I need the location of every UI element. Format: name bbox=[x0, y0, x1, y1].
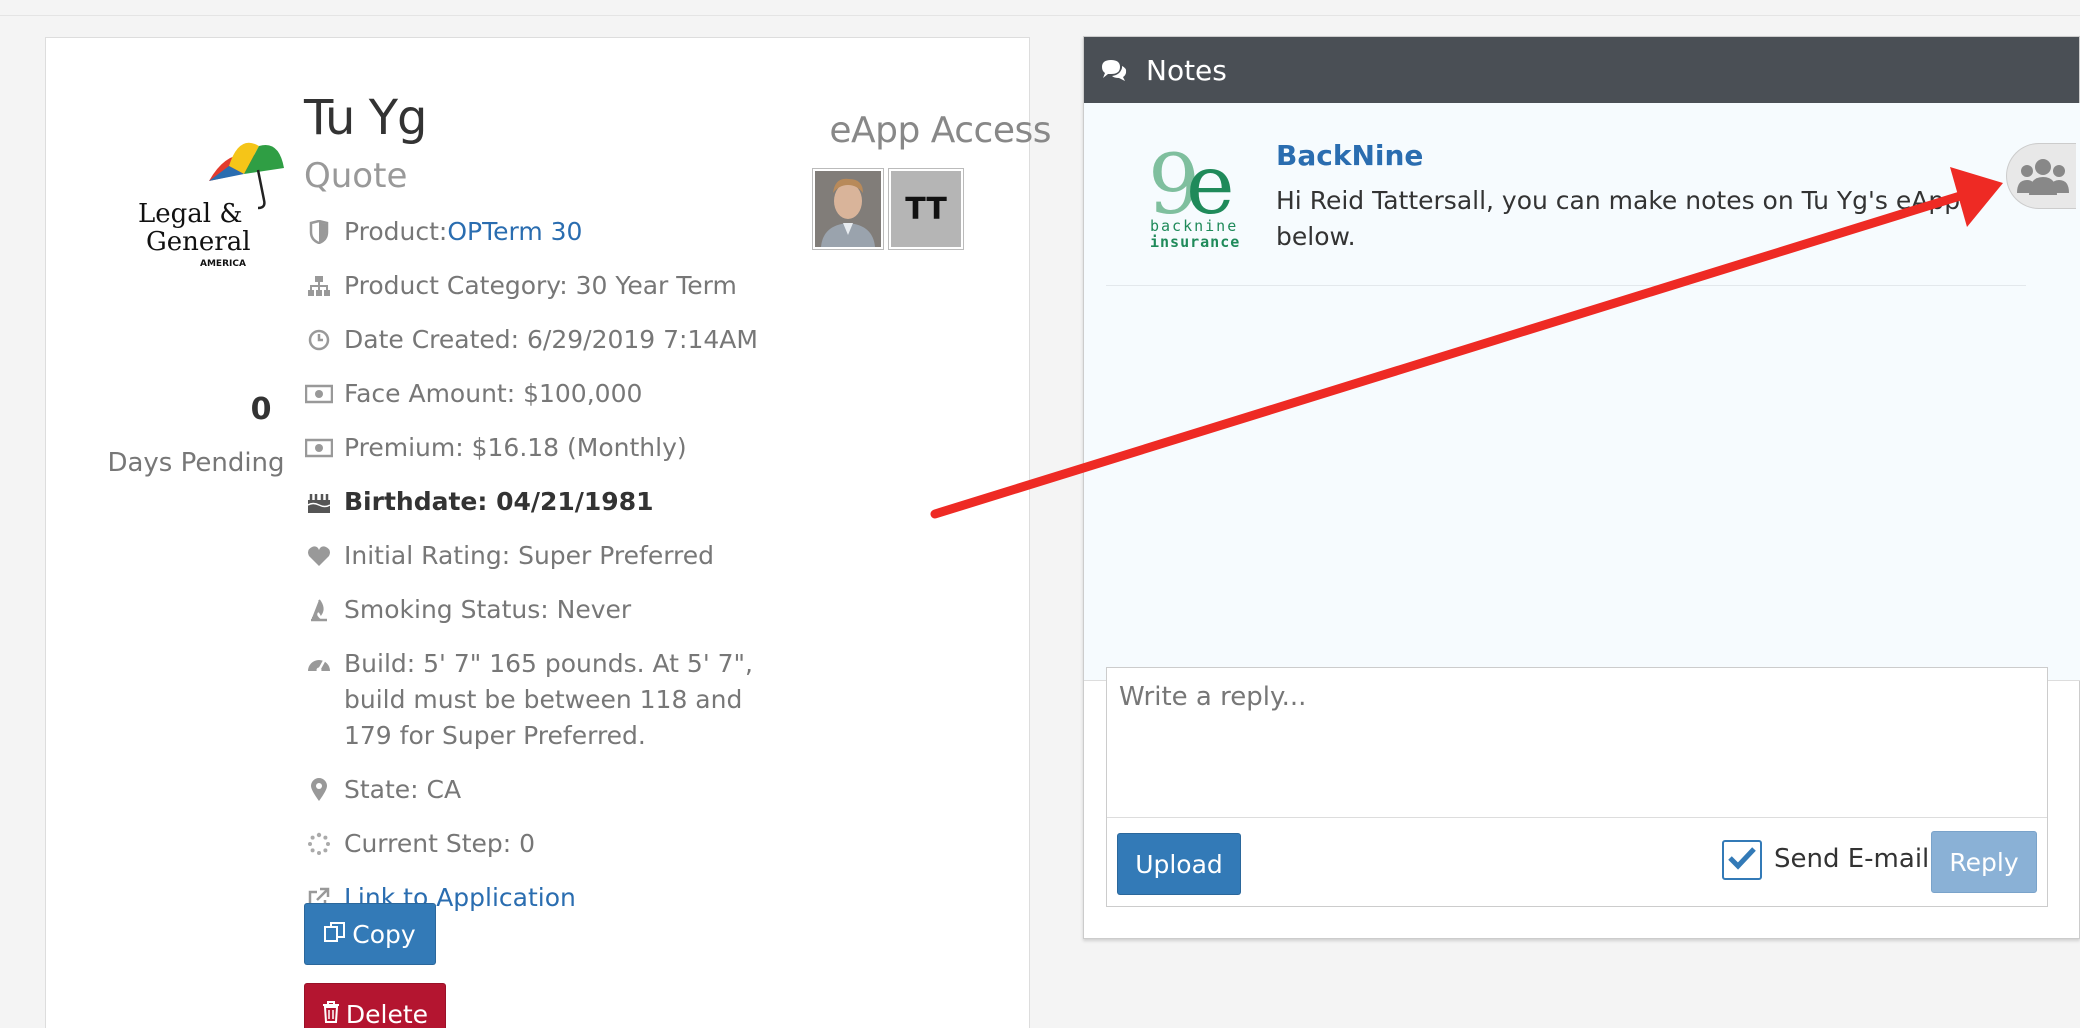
clock-icon bbox=[304, 322, 334, 358]
check-icon bbox=[1727, 845, 1757, 875]
product-category-text: Product Category: 30 Year Term bbox=[344, 271, 737, 300]
fire-icon bbox=[304, 592, 334, 628]
current-step-row: Current Step: 0 bbox=[304, 826, 784, 862]
notes-panel: Notes 9 e backnine insurance BackNine Hi… bbox=[1083, 36, 2080, 939]
avatar-initials[interactable]: TT bbox=[888, 168, 964, 250]
days-pending-label: Days Pending bbox=[107, 448, 285, 478]
copy-button-label: Copy bbox=[352, 919, 416, 949]
product-row: Product: OPTerm 30 bbox=[304, 214, 784, 250]
top-bar bbox=[0, 0, 2080, 16]
state-text: State: CA bbox=[344, 775, 462, 804]
build-row: Build: 5' 7" 165 pounds. At 5' 7", build… bbox=[304, 646, 784, 754]
reply-box: Upload Send E-mail Reply bbox=[1106, 667, 2048, 907]
delete-button[interactable]: Delete bbox=[304, 983, 446, 1028]
avatar[interactable] bbox=[812, 168, 884, 250]
heart-icon bbox=[304, 538, 334, 574]
application-card: Legal & General AMERICA 0 Days Pending T… bbox=[45, 37, 1052, 1028]
notes-header: Notes bbox=[1084, 37, 2079, 103]
copy-icon bbox=[324, 920, 346, 949]
client-status: Quote bbox=[304, 156, 408, 196]
premium-row: Premium: $16.18 (Monthly) bbox=[304, 430, 784, 466]
group-users-icon[interactable] bbox=[2006, 143, 2076, 209]
premium-text: Premium: $16.18 (Monthly) bbox=[344, 433, 687, 462]
trash-icon bbox=[322, 1000, 340, 1028]
product-link[interactable]: OPTerm 30 bbox=[447, 214, 582, 250]
spinner-icon bbox=[304, 826, 334, 862]
reply-input[interactable] bbox=[1107, 668, 2047, 818]
build-text: Build: 5' 7" 165 pounds. At 5' 7", build… bbox=[344, 649, 753, 750]
money-icon bbox=[304, 430, 334, 466]
notes-title: Notes bbox=[1146, 53, 1227, 87]
note-message: Hi Reid Tattersall, you can make notes o… bbox=[1276, 186, 1961, 251]
eapp-access-title: eApp Access bbox=[829, 110, 1051, 151]
carrier-logo-line3: AMERICA bbox=[200, 259, 246, 269]
face-amount-row: Face Amount: $100,000 bbox=[304, 376, 784, 412]
current-step-text: Current Step: 0 bbox=[344, 829, 536, 858]
smoking-status-text: Smoking Status: Never bbox=[344, 595, 632, 624]
client-name: Tu Yg bbox=[304, 90, 427, 146]
product-label: Product: bbox=[344, 217, 448, 246]
backnine-logo-line2: insurance bbox=[1150, 233, 1240, 249]
avatar-initials-text: TT bbox=[891, 171, 961, 247]
delete-button-label: Delete bbox=[345, 999, 429, 1028]
birthday-cake-icon bbox=[304, 484, 334, 520]
initial-rating-row: Initial Rating: Super Preferred bbox=[304, 538, 784, 574]
send-email-checkbox[interactable] bbox=[1722, 840, 1762, 880]
carrier-logo-line2: General bbox=[146, 227, 251, 257]
copy-button[interactable]: Copy bbox=[304, 903, 436, 965]
notes-list: 9 e backnine insurance BackNine Hi Reid … bbox=[1084, 103, 2080, 681]
carrier-logo-line1: Legal & bbox=[138, 199, 243, 229]
date-created-text: Date Created: 6/29/2019 7:14AM bbox=[344, 325, 758, 354]
shield-icon bbox=[304, 214, 334, 250]
note-author[interactable]: BackNine bbox=[1276, 139, 1423, 172]
upload-button-label: Upload bbox=[1135, 849, 1223, 879]
sitemap-icon bbox=[304, 268, 334, 304]
face-amount-text: Face Amount: $100,000 bbox=[344, 379, 643, 408]
date-created-row: Date Created: 6/29/2019 7:14AM bbox=[304, 322, 784, 358]
carrier-logo: Legal & General AMERICA bbox=[134, 126, 304, 276]
state-row: State: CA bbox=[304, 772, 784, 808]
birthdate-row: Birthdate: 04/21/1981 bbox=[304, 484, 784, 520]
map-marker-icon bbox=[304, 772, 334, 808]
send-email-label: Send E-mail bbox=[1774, 844, 1930, 874]
upload-button[interactable]: Upload bbox=[1117, 833, 1241, 895]
reply-button[interactable]: Reply bbox=[1931, 831, 2037, 893]
reply-button-label: Reply bbox=[1949, 847, 2019, 877]
application-details: Product: OPTerm 30 Product Category: 30 … bbox=[304, 214, 784, 934]
product-category-row: Product Category: 30 Year Term bbox=[304, 268, 784, 304]
initial-rating-text: Initial Rating: Super Preferred bbox=[344, 541, 715, 570]
note-divider bbox=[1106, 285, 2026, 286]
birthdate-text: Birthdate: 04/21/1981 bbox=[344, 487, 654, 516]
comments-icon bbox=[1100, 58, 1128, 82]
money-icon bbox=[304, 376, 334, 412]
smoking-status-row: Smoking Status: Never bbox=[304, 592, 784, 628]
dashboard-icon bbox=[304, 646, 334, 682]
backnine-logo: 9 e backnine insurance bbox=[1146, 138, 1250, 251]
